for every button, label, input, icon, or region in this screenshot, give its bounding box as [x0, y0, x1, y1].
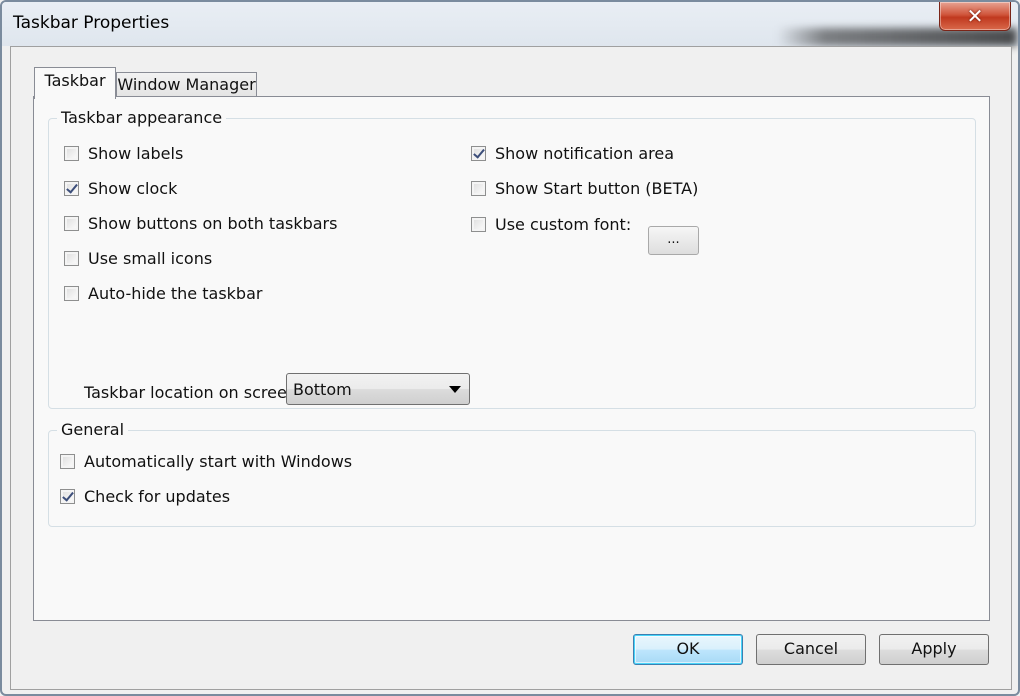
auto-hide-taskbar-label: Auto-hide the taskbar: [88, 283, 263, 303]
auto-hide-taskbar-checkbox[interactable]: [64, 285, 79, 301]
show-start-button-option[interactable]: Show Start button (BETA): [471, 177, 698, 199]
show-notification-area-label: Show notification area: [495, 143, 674, 163]
taskbar-tab-panel: Taskbar appearance Show labels Show cloc…: [33, 96, 990, 621]
general-group: General Automatically start with Windows…: [48, 419, 976, 527]
auto-start-label: Automatically start with Windows: [84, 451, 353, 471]
close-button[interactable]: ✕: [939, 2, 1011, 31]
use-custom-font-option[interactable]: Use custom font:: [471, 213, 631, 235]
show-notification-area-option[interactable]: Show notification area: [471, 142, 674, 164]
show-start-button-label: Show Start button (BETA): [495, 178, 699, 198]
check-updates-option[interactable]: Check for updates: [60, 485, 230, 507]
check-updates-label: Check for updates: [84, 486, 231, 506]
auto-hide-taskbar-option[interactable]: Auto-hide the taskbar: [64, 282, 262, 304]
use-small-icons-checkbox[interactable]: [64, 250, 79, 266]
ok-button[interactable]: OK: [633, 634, 743, 665]
window-title: Taskbar Properties: [13, 13, 170, 33]
dialog-window: Taskbar Properties ✕ Taskbar Window Mana…: [0, 0, 1020, 696]
taskbar-appearance-group: Taskbar appearance Show labels Show cloc…: [48, 107, 976, 409]
choose-font-button[interactable]: ...: [648, 226, 699, 255]
dialog-client-area: Taskbar Window Manager Taskbar appearanc…: [10, 46, 1012, 690]
taskbar-appearance-label: Taskbar appearance: [57, 107, 227, 129]
use-custom-font-checkbox[interactable]: [471, 216, 486, 232]
use-custom-font-label: Use custom font:: [495, 214, 632, 234]
show-clock-checkbox[interactable]: [64, 180, 79, 196]
cancel-button[interactable]: Cancel: [756, 634, 866, 665]
tab-taskbar[interactable]: Taskbar: [34, 67, 116, 99]
taskbar-location-select[interactable]: Bottom: [286, 373, 470, 405]
show-start-button-checkbox[interactable]: [471, 180, 486, 196]
use-small-icons-label: Use small icons: [88, 248, 213, 268]
check-updates-checkbox[interactable]: [60, 488, 75, 504]
apply-button[interactable]: Apply: [879, 634, 989, 665]
dropdown-arrow-icon: [449, 386, 461, 393]
general-group-label: General: [57, 419, 129, 441]
taskbar-location-label: Taskbar location on screen: [84, 383, 297, 402]
auto-start-checkbox[interactable]: [60, 453, 75, 469]
show-labels-option[interactable]: Show labels: [64, 142, 183, 164]
show-notification-area-checkbox[interactable]: [471, 145, 486, 161]
close-icon: ✕: [966, 4, 984, 28]
title-bar[interactable]: Taskbar Properties ✕: [2, 2, 1018, 46]
show-buttons-both-taskbars-checkbox[interactable]: [64, 215, 79, 231]
show-labels-label: Show labels: [88, 143, 184, 163]
show-buttons-both-taskbars-label: Show buttons on both taskbars: [88, 213, 338, 233]
show-buttons-both-taskbars-option[interactable]: Show buttons on both taskbars: [64, 212, 337, 234]
taskbar-location-value: Bottom: [293, 380, 352, 399]
show-clock-option[interactable]: Show clock: [64, 177, 177, 199]
show-clock-label: Show clock: [88, 178, 178, 198]
show-labels-checkbox[interactable]: [64, 145, 79, 161]
use-small-icons-option[interactable]: Use small icons: [64, 247, 212, 269]
auto-start-option[interactable]: Automatically start with Windows: [60, 450, 352, 472]
